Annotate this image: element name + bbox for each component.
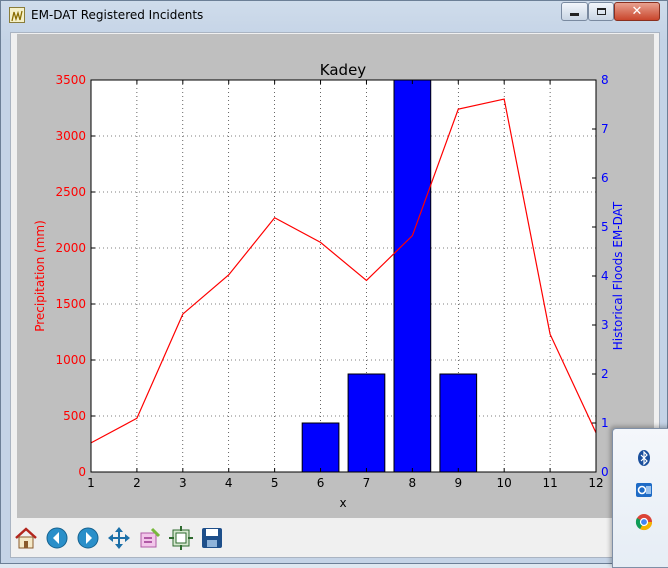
chart-title: Kadey bbox=[320, 61, 367, 79]
forward-icon bbox=[77, 527, 99, 549]
save-icon bbox=[202, 528, 222, 548]
x-tick-label: 1 bbox=[87, 476, 95, 490]
y-right-tick-label: 1 bbox=[601, 416, 609, 430]
flood-bar bbox=[439, 373, 478, 473]
chrome-icon bbox=[635, 514, 653, 531]
flood-bar bbox=[347, 373, 386, 473]
back-icon bbox=[46, 527, 68, 549]
flood-bar bbox=[301, 422, 340, 473]
y-left-tick-label: 0 bbox=[78, 465, 86, 479]
title-bar[interactable]: EM-DAT Registered Incidents ✕ bbox=[1, 1, 667, 31]
home-button[interactable] bbox=[11, 523, 41, 553]
y-right-tick-label: 3 bbox=[601, 318, 609, 332]
y-left-tick-label: 1000 bbox=[55, 353, 86, 367]
subplots-icon bbox=[169, 526, 193, 550]
minimize-button[interactable] bbox=[561, 2, 588, 21]
navigation-toolbar bbox=[11, 523, 651, 555]
x-tick-label: 2 bbox=[133, 476, 141, 490]
back-button[interactable] bbox=[42, 523, 72, 553]
plot-area bbox=[90, 79, 597, 473]
x-tick-label: 11 bbox=[542, 476, 557, 490]
y-right-tick-label: 2 bbox=[601, 367, 609, 381]
system-tray-popup bbox=[612, 428, 668, 568]
y-right-tick-label: 0 bbox=[601, 465, 609, 479]
bluetooth-icon bbox=[638, 450, 650, 466]
close-icon: ✕ bbox=[631, 4, 643, 19]
figure-canvas[interactable]: 1 2 3 4 5 6 7 8 9 10 11 12 0 500 1000 1500 2000 2500 3000 3… bbox=[17, 34, 654, 518]
y-left-tick-label: 2000 bbox=[55, 241, 86, 255]
x-tick-label: 4 bbox=[225, 476, 233, 490]
chart: 1 2 3 4 5 6 7 8 9 10 11 120500100015002000250030003… bbox=[33, 61, 625, 510]
x-tick-label: 8 bbox=[409, 476, 417, 490]
flood-bar bbox=[393, 79, 432, 473]
y-right-axis-label: Historical Floods EM-DAT bbox=[611, 201, 625, 350]
y-right-tick-label: 7 bbox=[601, 122, 609, 136]
x-tick-label: 3 bbox=[179, 476, 187, 490]
x-tick-label: 7 bbox=[363, 476, 371, 490]
chrome-tray-item[interactable] bbox=[635, 513, 653, 531]
outlook-tray-item[interactable] bbox=[635, 481, 653, 499]
x-tick-label: 9 bbox=[454, 476, 462, 490]
x-axis-label: x bbox=[339, 496, 346, 510]
close-button[interactable]: ✕ bbox=[614, 2, 660, 21]
x-tick-label: 6 bbox=[317, 476, 325, 490]
y-right-tick-label: 6 bbox=[601, 171, 609, 185]
pan-button[interactable] bbox=[104, 523, 134, 553]
subplots-button[interactable] bbox=[166, 523, 196, 553]
bluetooth-tray-item[interactable] bbox=[635, 449, 653, 467]
y-left-axis-label: Precipitation (mm) bbox=[33, 220, 47, 332]
y-left-tick-label: 1500 bbox=[55, 297, 86, 311]
maximize-button[interactable] bbox=[588, 2, 614, 21]
y-right-tick-label: 8 bbox=[601, 73, 609, 87]
app-window: EM-DAT Registered Incidents ✕ 1 2 3 4 5 6 7 8 9 1… bbox=[0, 0, 668, 564]
zoom-button[interactable] bbox=[135, 523, 165, 553]
y-left-tick-label: 3000 bbox=[55, 129, 86, 143]
minimize-icon bbox=[570, 13, 579, 16]
zoom-icon bbox=[140, 527, 161, 548]
window-title: EM-DAT Registered Incidents bbox=[31, 8, 204, 22]
pan-icon bbox=[108, 527, 130, 549]
y-left-tick-label: 3500 bbox=[55, 73, 86, 87]
save-button[interactable] bbox=[197, 523, 227, 553]
y-left-tick-label: 2500 bbox=[55, 185, 86, 199]
x-tick-label: 5 bbox=[271, 476, 279, 490]
x-tick-label: 10 bbox=[497, 476, 512, 490]
forward-button[interactable] bbox=[73, 523, 103, 553]
app-icon[interactable] bbox=[9, 7, 25, 23]
y-right-tick-label: 4 bbox=[601, 269, 609, 283]
outlook-icon bbox=[636, 483, 652, 497]
maximize-icon bbox=[596, 8, 606, 15]
y-right-tick-label: 5 bbox=[601, 220, 609, 234]
home-icon bbox=[15, 527, 37, 549]
y-left-tick-label: 500 bbox=[63, 409, 86, 423]
